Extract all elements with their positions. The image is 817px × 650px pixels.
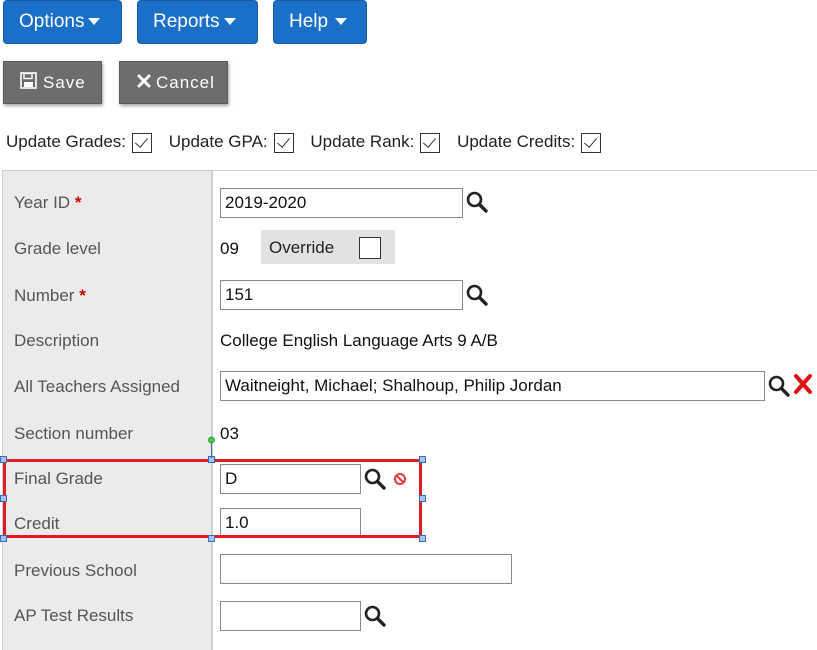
number-label: Number *	[14, 286, 86, 305]
resize-handle[interactable]	[208, 535, 215, 542]
options-menu-button[interactable]: Options	[3, 0, 122, 44]
rotate-handle[interactable]	[207, 436, 216, 458]
resize-handle[interactable]	[419, 456, 426, 463]
ap-test-results-label: AP Test Results	[14, 606, 134, 625]
previous-school-label: Previous School	[14, 561, 137, 580]
resize-handle[interactable]	[0, 495, 7, 502]
options-menu-label: Options	[19, 11, 85, 32]
reports-menu-button[interactable]: Reports	[137, 0, 258, 44]
search-icon[interactable]	[465, 190, 489, 214]
cancel-button[interactable]: Cancel	[119, 61, 228, 104]
search-icon[interactable]	[465, 283, 489, 307]
resize-handle[interactable]	[0, 535, 7, 542]
floppy-disk-icon	[20, 63, 37, 104]
grade-level-label: Grade level	[14, 239, 101, 258]
grade-level-value: 09	[220, 239, 239, 258]
teachers-label: All Teachers Assigned	[14, 377, 181, 396]
resize-handle[interactable]	[419, 535, 426, 542]
save-label: Save	[43, 73, 86, 92]
update-rank-label: Update Rank:	[310, 132, 415, 151]
override-control: Override	[261, 230, 395, 264]
highlight-annotation	[3, 459, 422, 538]
update-credits-label: Update Credits:	[457, 132, 576, 151]
description-value: College English Language Arts 9 A/B	[220, 331, 498, 350]
search-icon[interactable]	[767, 374, 791, 398]
section-number-value: 03	[220, 424, 239, 443]
cancel-label: Cancel	[156, 73, 215, 92]
update-credits-checkbox[interactable]	[581, 132, 602, 153]
number-input[interactable]	[220, 280, 463, 310]
section-number-label: Section number	[14, 424, 134, 443]
year-id-input[interactable]	[220, 188, 463, 218]
update-options-row: Update Grades: Update GPA: Update Rank: …	[6, 128, 613, 156]
reports-menu-label: Reports	[153, 11, 220, 32]
caret-down-icon	[88, 18, 101, 26]
help-menu-label: Help	[289, 11, 329, 32]
clear-icon[interactable]	[793, 373, 813, 395]
update-grades-label: Update Grades:	[6, 132, 127, 151]
required-marker: *	[79, 286, 86, 305]
override-checkbox[interactable]	[359, 237, 381, 259]
update-gpa-label: Update GPA:	[168, 132, 268, 151]
teachers-input[interactable]	[220, 371, 765, 401]
transcript-form: Year ID * Grade level 09 Override Number…	[2, 170, 817, 650]
help-menu-button[interactable]: Help	[273, 0, 367, 44]
ap-test-results-input[interactable]	[220, 601, 361, 631]
year-id-label: Year ID *	[14, 193, 82, 212]
update-rank-checkbox[interactable]	[420, 132, 441, 153]
required-marker: *	[74, 193, 82, 212]
caret-down-icon	[335, 18, 348, 26]
search-icon[interactable]	[363, 604, 387, 628]
resize-handle[interactable]	[0, 456, 7, 463]
caret-down-icon	[223, 18, 236, 26]
resize-handle[interactable]	[419, 495, 426, 502]
override-label: Override	[269, 238, 335, 257]
previous-school-input[interactable]	[220, 554, 512, 584]
update-gpa-checkbox[interactable]	[273, 132, 294, 153]
close-icon	[136, 63, 152, 104]
update-grades-checkbox[interactable]	[132, 132, 153, 153]
description-label: Description	[14, 331, 100, 350]
save-button[interactable]: Save	[3, 61, 102, 104]
